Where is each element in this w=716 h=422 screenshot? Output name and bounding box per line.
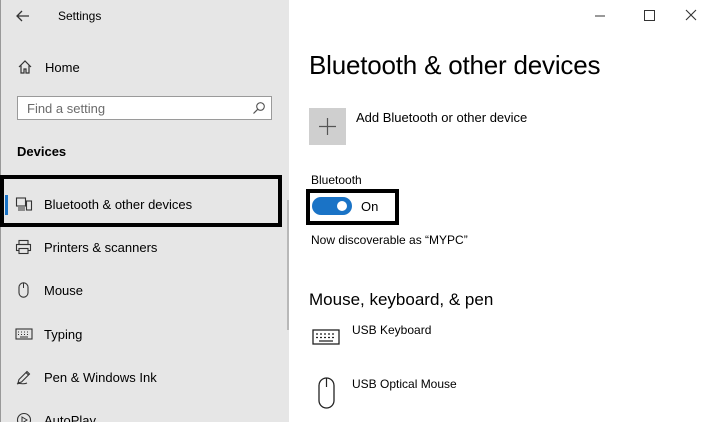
sidebar-item-label: Printers & scanners — [44, 240, 158, 255]
toggle-highlight-box — [306, 189, 399, 225]
printer-icon — [15, 239, 33, 255]
keyboard-icon — [15, 326, 33, 342]
page-title: Bluetooth & other devices — [309, 50, 601, 80]
window-controls — [586, 0, 716, 32]
sidebar-item-mouse[interactable]: Mouse — [1, 272, 290, 308]
mouse-keyboard-pen-heading: Mouse, keyboard, & pen — [309, 290, 494, 309]
home-icon — [17, 59, 33, 75]
sidebar-item-label: Mouse — [44, 283, 84, 298]
back-arrow-icon — [16, 10, 29, 22]
keyboard-icon — [311, 323, 341, 352]
add-device-label[interactable]: Add Bluetooth or other device — [356, 110, 527, 125]
devices-section-title: Devices — [17, 144, 67, 159]
device-usb-optical-mouse[interactable]: USB Optical Mouse — [309, 377, 709, 413]
add-device-button[interactable] — [309, 108, 346, 145]
search-input[interactable] — [18, 97, 257, 119]
search-box[interactable] — [17, 96, 272, 120]
pen-icon — [15, 369, 33, 385]
search-icon[interactable] — [252, 101, 266, 115]
mouse-icon — [311, 377, 341, 416]
sidebar-highlight-box — [0, 175, 282, 227]
maximize-icon — [644, 10, 655, 21]
device-name: USB Optical Mouse — [352, 377, 457, 391]
close-button[interactable] — [677, 4, 705, 28]
sidebar-item-label: Typing — [44, 327, 83, 342]
device-name: USB Keyboard — [352, 323, 432, 337]
close-icon — [685, 9, 697, 21]
minimize-icon — [595, 15, 605, 17]
back-button[interactable] — [11, 5, 35, 27]
autoplay-icon — [15, 412, 33, 422]
plus-icon — [319, 118, 336, 135]
settings-window: Settings Home Devices — [0, 0, 716, 422]
device-usb-keyboard[interactable]: USB Keyboard — [309, 323, 709, 359]
mouse-icon — [15, 282, 33, 298]
minimize-button[interactable] — [586, 4, 614, 28]
sidebar-item-autoplay[interactable]: AutoPlay — [1, 402, 290, 422]
sidebar-item-printers[interactable]: Printers & scanners — [1, 229, 290, 265]
sidebar-item-typing[interactable]: Typing — [1, 316, 290, 352]
discoverable-text: Now discoverable as “MYPC” — [311, 233, 468, 247]
sidebar-item-label: Pen & Windows Ink — [44, 370, 157, 385]
sidebar-item-pen[interactable]: Pen & Windows Ink — [1, 359, 290, 395]
app-title: Settings — [58, 9, 102, 23]
home-label: Home — [45, 60, 80, 75]
maximize-button[interactable] — [635, 4, 663, 28]
home-nav-item[interactable]: Home — [1, 52, 290, 82]
sidebar-item-label: AutoPlay — [44, 413, 97, 422]
bluetooth-label: Bluetooth — [311, 173, 362, 187]
